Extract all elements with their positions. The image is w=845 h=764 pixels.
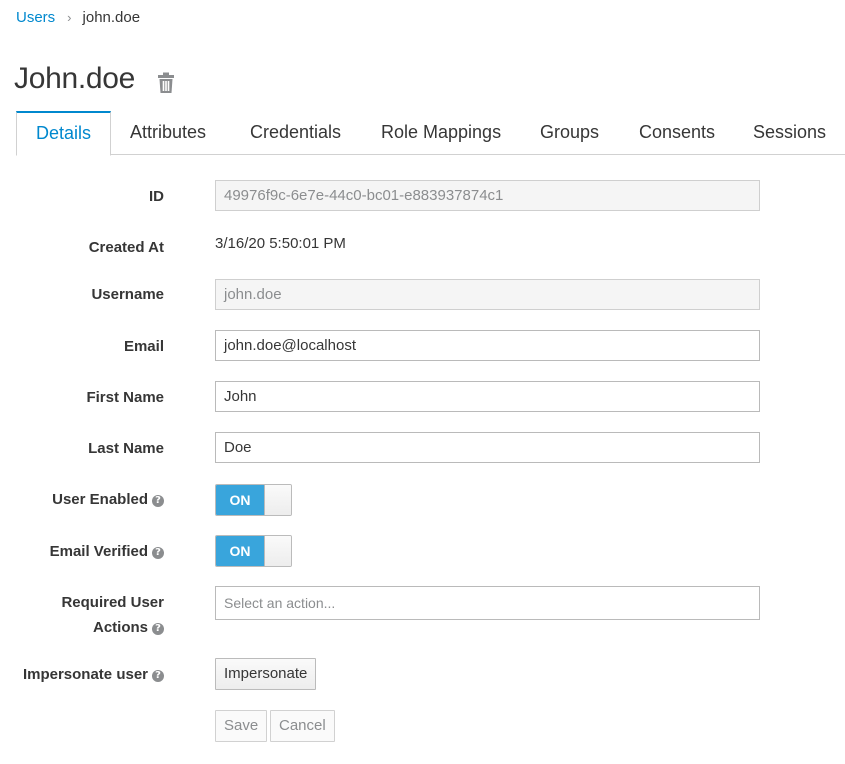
required-actions-select[interactable]: Select an action...	[215, 586, 760, 620]
user-enabled-label: User Enabled?	[52, 491, 164, 508]
id-field[interactable]: 49976f9c-6e7e-44c0-bc01-e883937874c1	[215, 180, 760, 211]
tab-groups[interactable]: Groups	[521, 111, 618, 153]
required-actions-label-line2-wrap: Actions?	[61, 615, 164, 640]
toggle-knob	[264, 485, 291, 515]
last-name-field[interactable]: Doe	[215, 432, 760, 463]
impersonate-label-text: Impersonate user	[22, 666, 148, 683]
id-label: ID	[149, 188, 164, 205]
email-verified-toggle[interactable]: ON	[215, 535, 292, 567]
required-actions-label-line2: Actions	[92, 619, 148, 636]
impersonate-button[interactable]: Impersonate	[215, 658, 317, 690]
help-icon[interactable]: ?	[152, 623, 164, 635]
tab-sessions[interactable]: Sessions	[734, 111, 845, 153]
cancel-button[interactable]: Cancel	[270, 710, 335, 742]
impersonate-label: Impersonate user?	[23, 666, 164, 683]
trash-icon[interactable]	[154, 71, 178, 95]
email-verified-label: Email Verified?	[50, 543, 164, 560]
email-label: Email	[123, 338, 164, 355]
save-button[interactable]: Save	[215, 710, 268, 742]
tab-details[interactable]: Details	[16, 111, 112, 156]
user-enabled-label-text: User Enabled	[52, 491, 148, 508]
tab-credentials[interactable]: Credentials	[231, 111, 360, 153]
tab-bar: Details Attributes Credentials Role Mapp…	[16, 111, 845, 156]
breadcrumb-current: john.doe	[82, 9, 141, 26]
help-icon[interactable]: ?	[152, 495, 164, 507]
created-at-label: Created At	[88, 239, 164, 256]
toggle-on-label: ON	[216, 536, 264, 566]
tab-role-mappings[interactable]: Role Mappings	[362, 111, 520, 153]
breadcrumb-users-link[interactable]: Users	[16, 9, 55, 26]
email-verified-label-text: Email Verified	[49, 543, 148, 560]
last-name-label: Last Name	[88, 440, 164, 457]
tab-attributes[interactable]: Attributes	[111, 111, 225, 153]
breadcrumb: Users › john.doe	[16, 9, 140, 26]
toggle-on-label: ON	[216, 485, 264, 515]
toggle-knob	[264, 536, 291, 566]
user-enabled-toggle[interactable]: ON	[215, 484, 292, 516]
username-field[interactable]: john.doe	[215, 279, 760, 310]
first-name-label: First Name	[86, 389, 164, 406]
required-actions-label-line1: Required User	[61, 594, 164, 611]
help-icon[interactable]: ?	[152, 670, 164, 682]
help-icon[interactable]: ?	[152, 547, 164, 559]
email-field[interactable]: john.doe@localhost	[215, 330, 760, 361]
page-title: John.doe	[14, 62, 136, 95]
first-name-field[interactable]: John	[215, 381, 760, 412]
chevron-right-icon: ›	[67, 10, 72, 25]
tab-consents[interactable]: Consents	[620, 111, 734, 153]
created-at-value: 3/16/20 5:50:01 PM	[215, 235, 346, 252]
required-actions-label: Required User Actions?	[61, 590, 164, 640]
username-label: Username	[91, 286, 164, 303]
